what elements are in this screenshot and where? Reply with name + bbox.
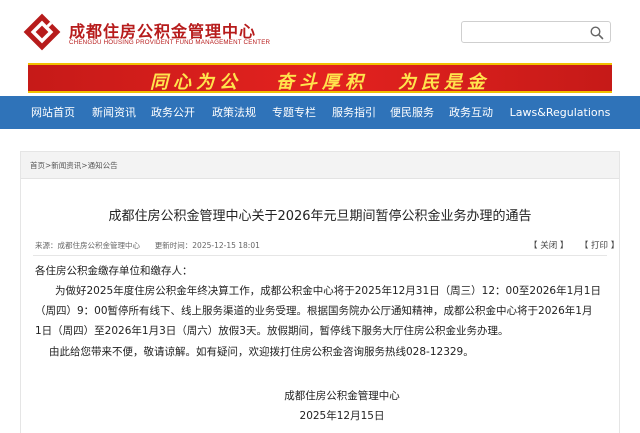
article-title: 成都住房公积金管理中心关于2026年元旦期间暂停公积金业务办理的通告 — [108, 209, 532, 224]
breadcrumb-news[interactable]: 新闻资讯 — [51, 161, 81, 170]
breadcrumb: 首页>新闻资讯>通知公告 — [30, 160, 118, 171]
print-button[interactable]: 【 打印 】 — [580, 241, 619, 251]
slogan-2: 奋斗厚积 — [276, 72, 368, 93]
search-input[interactable] — [468, 24, 586, 40]
nav-item-special[interactable]: 专题专栏 — [266, 96, 322, 129]
nav-item-gov-affairs[interactable]: 政务公开 — [145, 96, 201, 129]
site-header: 成都住房公积金管理中心 CHENGDU HOUSING PROVIDENT FU… — [0, 0, 640, 62]
main-nav: 网站首页 新闻资讯 政务公开 政策法规 专题专栏 服务指引 便民服务 政务互动 … — [0, 96, 640, 129]
search-box — [461, 21, 611, 43]
nav-item-interaction[interactable]: 政务互动 — [443, 96, 499, 129]
source-label: 来源： — [35, 241, 58, 250]
paragraph-closing: 由此给您带来不便，敬请谅解。如有疑问，欢迎拨打住房公积金咨询服务热线028-12… — [49, 346, 474, 358]
paragraph-line: 为做好2025年度住房公积金年终决算工作，成都公积金中心将于2025年12月31… — [55, 285, 601, 297]
search-icon[interactable] — [589, 25, 605, 41]
salutation: 各住房公积金缴存单位和缴存人： — [35, 265, 193, 277]
housing-fund-logo-icon[interactable] — [22, 12, 62, 52]
breadcrumb-bar: 首页>新闻资讯>通知公告 — [21, 152, 619, 179]
slogan-1: 同心为公 — [150, 72, 242, 93]
date-value: 2025-12-15 18:01 — [192, 241, 260, 250]
site-name-en: CHENGDU HOUSING PROVIDENT FUND MANAGEMEN… — [69, 39, 271, 46]
article-meta: 来源：成都住房公积金管理中心 更新时间：2025-12-15 18:01 — [35, 240, 260, 251]
source-value: 成都住房公积金管理中心 — [57, 241, 141, 250]
paragraph-line: 1日（周四）至2026年1月3日（周六）放假3天。放假期间，暂停线下服务大厅住房… — [35, 325, 509, 337]
breadcrumb-home[interactable]: 首页 — [30, 161, 45, 170]
close-button[interactable]: 【 关闭 】 — [529, 241, 568, 251]
paragraph-line: （周四）9：00暂停所有线下、线上服务渠道的业务受理。根据国务院办公厅通知精神，… — [35, 305, 593, 317]
nav-item-laws-en[interactable]: Laws&Regulations — [505, 96, 615, 129]
nav-item-policy[interactable]: 政策法规 — [206, 96, 262, 129]
slogan-banner: 同心为公 奋斗厚积 为民是金 — [28, 63, 612, 93]
divider — [33, 255, 607, 256]
article-card: 首页>新闻资讯>通知公告 成都住房公积金管理中心关于2026年元旦期间暂停公积金… — [20, 151, 620, 433]
nav-item-home[interactable]: 网站首页 — [25, 96, 81, 129]
slogan-3: 为民是金 — [398, 72, 490, 93]
breadcrumb-notices[interactable]: 通知公告 — [88, 161, 118, 170]
nav-item-service-guide[interactable]: 服务指引 — [326, 96, 382, 129]
nav-item-convenience[interactable]: 便民服务 — [384, 96, 440, 129]
article-actions: 【 关闭 】 【 打印 】 — [529, 239, 619, 251]
nav-item-news[interactable]: 新闻资讯 — [86, 96, 142, 129]
date-label: 更新时间： — [154, 241, 193, 250]
signature-date: 2025年12月15日 — [299, 410, 385, 422]
signature-org: 成都住房公积金管理中心 — [284, 390, 400, 402]
